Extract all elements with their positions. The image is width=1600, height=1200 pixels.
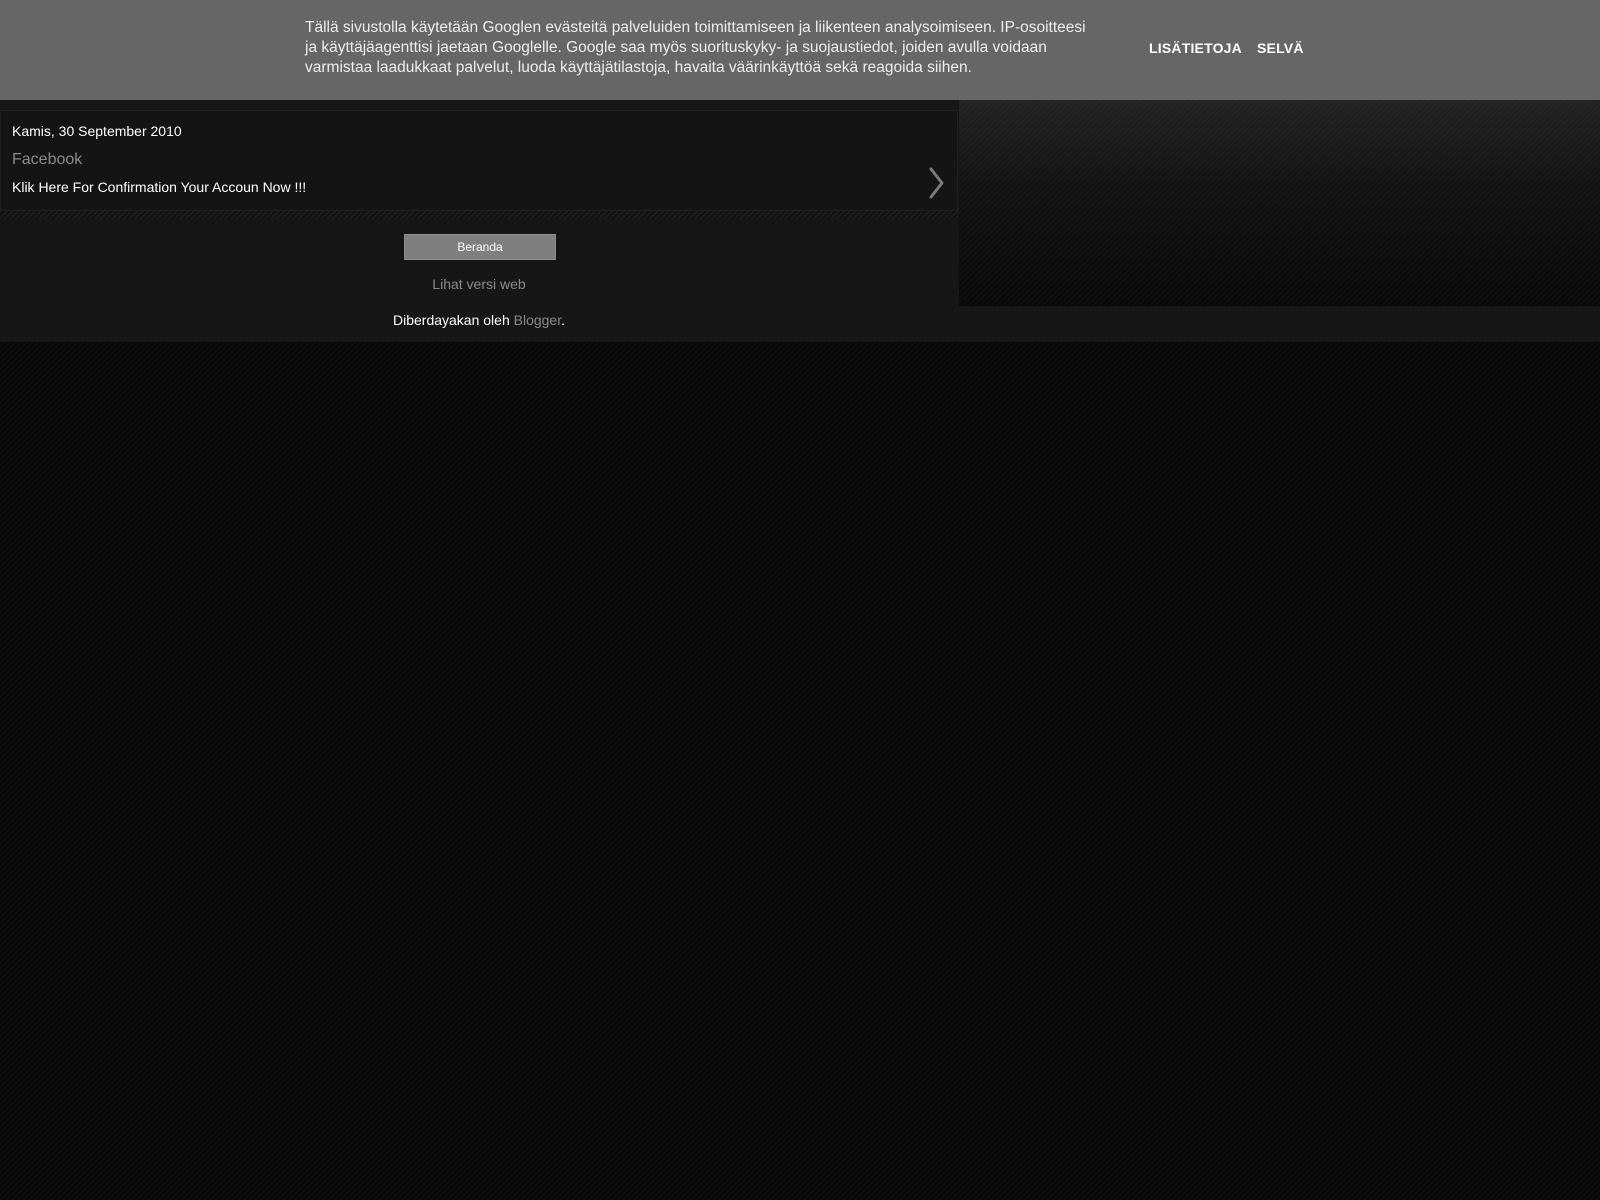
view-web-version-link[interactable]: Lihat versi web xyxy=(0,276,958,292)
footer-strip xyxy=(959,306,1600,342)
main-column: Kamis, 30 September 2010 Facebook Klik H… xyxy=(0,100,959,342)
powered-by: Diberdayakan oleh Blogger. xyxy=(0,312,958,328)
powered-by-suffix: . xyxy=(561,312,565,328)
post-title-link[interactable]: Facebook xyxy=(12,151,82,169)
view-web-version-label[interactable]: Lihat versi web xyxy=(432,276,525,292)
divider xyxy=(0,211,958,219)
powered-by-prefix: Diberdayakan oleh xyxy=(392,312,514,328)
chevron-right-icon-svg xyxy=(929,167,944,199)
post-date: Kamis, 30 September 2010 xyxy=(12,123,182,139)
chevron-right-icon[interactable] xyxy=(926,163,948,203)
post-item[interactable]: Kamis, 30 September 2010 Facebook Klik H… xyxy=(0,110,958,211)
learn-more-button[interactable]: LISÄTIETOJA xyxy=(1149,40,1242,56)
cookie-banner: Tällä sivustolla käytetään Googlen eväst… xyxy=(0,0,1600,100)
cookie-notice-text: Tällä sivustolla käytetään Googlen eväst… xyxy=(305,19,1086,76)
blogger-link[interactable]: Blogger xyxy=(514,312,561,328)
post-snippet: Klik Here For Confirmation Your Accoun N… xyxy=(12,179,307,195)
accept-cookies-button[interactable]: SELVÄ xyxy=(1257,40,1304,56)
home-button[interactable]: Beranda xyxy=(404,234,556,260)
